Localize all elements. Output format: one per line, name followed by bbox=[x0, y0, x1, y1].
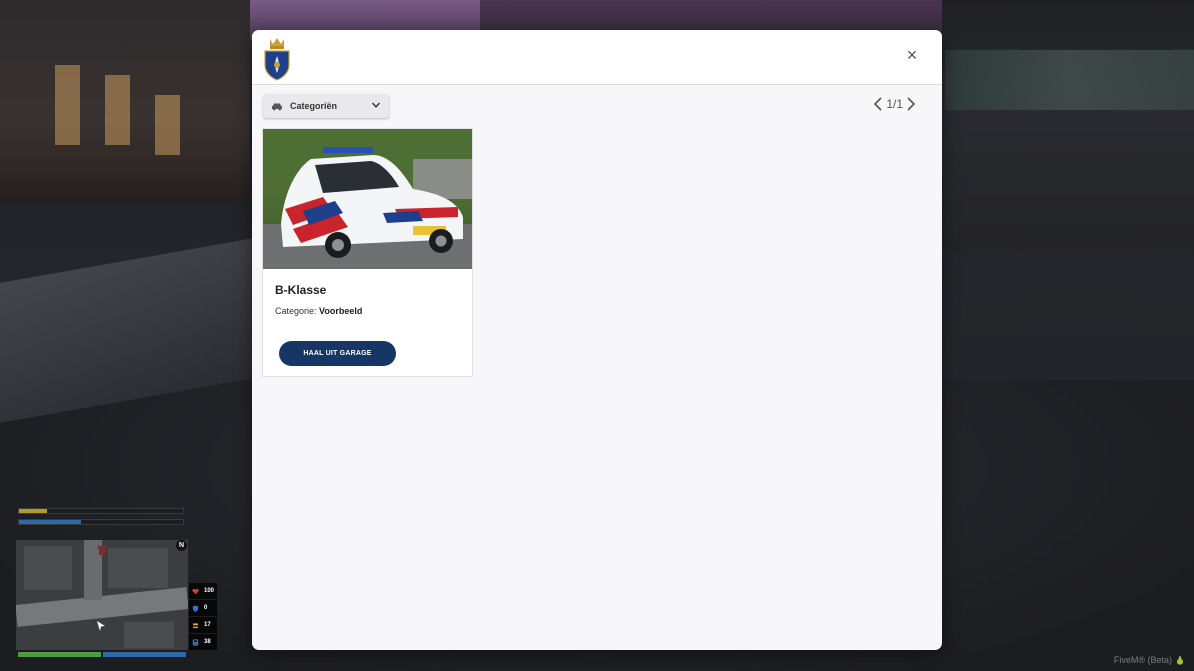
armor-bar bbox=[103, 652, 186, 657]
fivem-label: FiveM® (Beta) bbox=[1113, 655, 1172, 665]
vehicle-category-label: Categorie: bbox=[275, 306, 317, 316]
health-bar bbox=[18, 652, 101, 657]
minimap bbox=[16, 540, 188, 650]
car-icon bbox=[272, 103, 282, 110]
fivem-watermark: FiveM® (Beta) bbox=[1114, 655, 1184, 665]
building-window bbox=[105, 75, 130, 145]
hud-stats: 100 0 17 38 bbox=[189, 583, 217, 651]
vehicle-title: B-Klasse bbox=[275, 283, 327, 297]
chevron-right-icon[interactable] bbox=[906, 96, 916, 112]
vehicle-category: Categorie: Voorbeeld bbox=[275, 306, 362, 316]
retrieve-from-garage-button[interactable]: HAAL UIT GARAGE bbox=[279, 341, 396, 366]
player-arrow-icon bbox=[97, 621, 105, 631]
hud-status-bars bbox=[18, 508, 184, 530]
heart-icon bbox=[192, 588, 199, 594]
right-wall bbox=[942, 0, 1194, 250]
armor-value: 0 bbox=[204, 605, 208, 611]
pear-icon bbox=[1176, 656, 1184, 665]
stamina-bar bbox=[18, 519, 184, 525]
category-dropdown[interactable]: Categoriën bbox=[263, 94, 389, 118]
water-stat: 38 bbox=[189, 634, 217, 650]
category-dropdown-label: Categoriën bbox=[290, 101, 338, 111]
health-value: 100 bbox=[204, 588, 215, 594]
building-window bbox=[55, 65, 80, 145]
armor-icon bbox=[192, 604, 199, 612]
page-count: 1/1 bbox=[886, 97, 903, 111]
vehicle-category-value: Voorbeeld bbox=[319, 306, 363, 316]
hunger-bar bbox=[18, 508, 184, 514]
water-icon bbox=[192, 638, 199, 646]
chevron-left-icon[interactable] bbox=[873, 96, 883, 112]
shirt-icon bbox=[97, 545, 107, 555]
food-stat: 17 bbox=[189, 617, 217, 633]
north-indicator: N bbox=[176, 540, 187, 551]
minimap-block bbox=[108, 548, 168, 588]
toolbar: Categoriën 1/1 bbox=[252, 85, 942, 125]
modal-header: × bbox=[252, 30, 942, 85]
armor-stat: 0 bbox=[189, 600, 217, 616]
garage-modal: × Categoriën 1/1 B-Klasse Categorie: Voo… bbox=[252, 30, 942, 650]
building-window bbox=[155, 95, 180, 155]
right-glass bbox=[945, 50, 1194, 110]
pagination: 1/1 bbox=[873, 96, 916, 112]
food-icon bbox=[192, 622, 199, 628]
vehicle-image bbox=[263, 129, 472, 269]
vehicle-card: B-Klasse Categorie: Voorbeeld HAAL UIT G… bbox=[262, 128, 473, 377]
water-value: 38 bbox=[204, 639, 211, 645]
hunger-bar-fill bbox=[19, 509, 47, 513]
close-button[interactable]: × bbox=[904, 46, 920, 64]
health-stat: 100 bbox=[189, 583, 217, 599]
minimap-block bbox=[24, 546, 72, 590]
stamina-bar-fill bbox=[19, 520, 82, 524]
chevron-down-icon bbox=[371, 102, 381, 108]
food-value: 17 bbox=[204, 622, 211, 628]
health-armor-bars bbox=[18, 652, 186, 657]
minimap-block bbox=[124, 622, 174, 648]
police-logo bbox=[264, 38, 290, 81]
